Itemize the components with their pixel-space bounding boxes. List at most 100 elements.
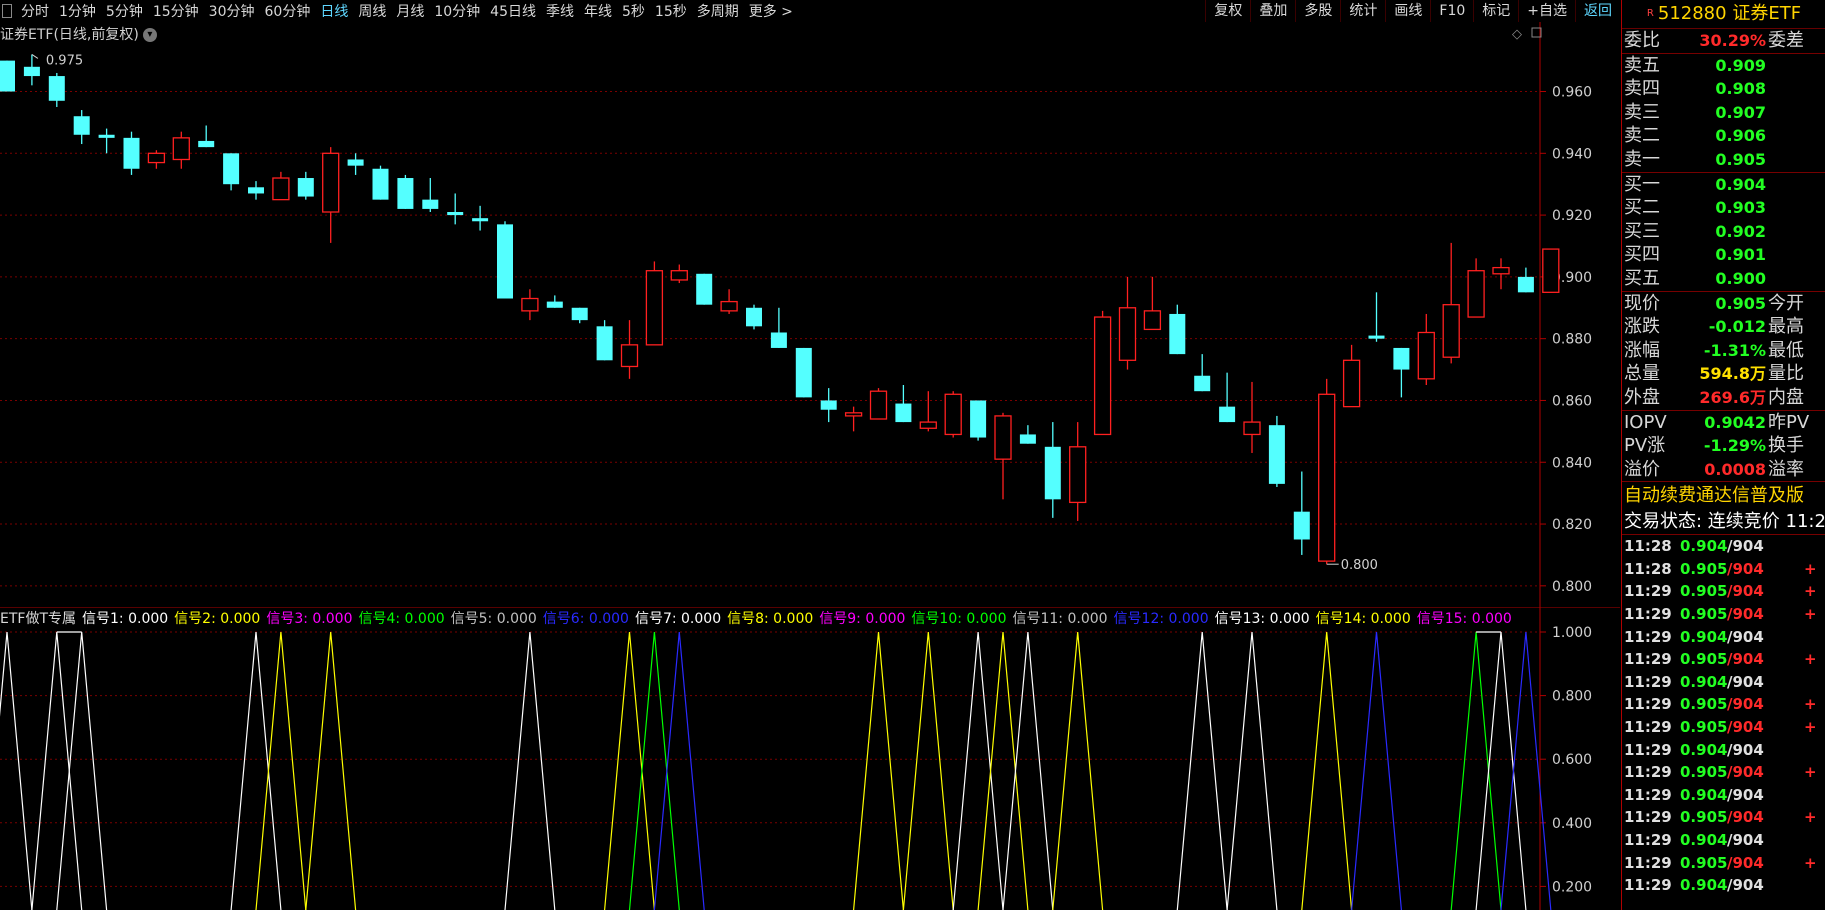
trade-volume: /904 xyxy=(1727,672,1764,691)
buy-price: 0.901 xyxy=(1715,245,1766,265)
trade-time: 11:29 xyxy=(1624,740,1672,759)
trade-price: 0.904 xyxy=(1680,876,1728,895)
trade-row[interactable]: 11:29 0.904/904 xyxy=(1622,626,1825,649)
candlestick-chart[interactable]: 0.9600.9400.9200.9000.8800.8600.8400.820… xyxy=(0,22,1620,609)
trade-price: 0.904 xyxy=(1680,831,1728,849)
trade-row[interactable]: 11:29 0.904/904 xyxy=(1622,784,1825,807)
tab-period-14[interactable]: 15秒 xyxy=(650,1,692,21)
tab-period-11[interactable]: 季线 xyxy=(541,1,579,21)
candle[interactable] xyxy=(1318,378,1336,565)
tab-period-3[interactable]: 15分钟 xyxy=(148,1,204,21)
buy-row: 买五 0.900 xyxy=(1622,267,1825,291)
toolbar-button-6[interactable]: 标记 xyxy=(1473,0,1518,22)
tab-period-2[interactable]: 5分钟 xyxy=(101,1,148,21)
ind-tick-label: 0.600 xyxy=(1552,752,1592,768)
signal-spike xyxy=(1351,631,1402,910)
tab-period-15[interactable]: 多周期 xyxy=(692,1,744,21)
candle[interactable] xyxy=(869,388,888,420)
candle[interactable] xyxy=(795,347,812,398)
tab-period-7[interactable]: 周线 xyxy=(353,1,391,21)
sell-price: 0.907 xyxy=(1715,102,1766,122)
trade-row[interactable]: 11:29 0.905/904 + xyxy=(1622,648,1825,671)
trade-time: 11:28 xyxy=(1624,537,1672,556)
tab-period-5[interactable]: 60分钟 xyxy=(260,1,316,21)
toolbar-button-5[interactable]: F10 xyxy=(1430,0,1473,22)
signal-legend-11: 信号11: 0.000 xyxy=(1012,611,1108,627)
sell-row: 卖三 0.907 xyxy=(1622,101,1825,125)
candle[interactable] xyxy=(645,261,664,346)
iopv-row: IOPV 0.9042 昨PV xyxy=(1622,411,1825,435)
trade-volume: /904 xyxy=(1727,853,1764,872)
trade-row[interactable]: 11:28 0.905/904 + xyxy=(1622,558,1825,581)
trade-row[interactable]: 11:29 0.905/904 + xyxy=(1622,761,1825,784)
signal-spike xyxy=(504,631,556,910)
tab-period-10[interactable]: 45日线 xyxy=(485,1,541,21)
signal-spike xyxy=(902,631,954,910)
indicator-chart[interactable]: 1.000 0.800 0.600 0.400 0.200 xyxy=(0,607,1620,910)
price-tick-label: 0.800 xyxy=(1552,579,1592,595)
collapse-icon[interactable] xyxy=(2,4,12,18)
candle[interactable] xyxy=(1268,415,1285,487)
candle[interactable] xyxy=(746,304,762,330)
tab-period-16[interactable]: 更多 > xyxy=(744,1,798,21)
trade-row[interactable]: 11:28 0.904/904 xyxy=(1622,535,1825,558)
diamond-icon[interactable]: ◇ xyxy=(1512,27,1522,42)
tab-period-6[interactable]: 日线 xyxy=(315,1,353,21)
signal-legend-2: 信号2: 0.000 xyxy=(174,611,261,627)
candle[interactable] xyxy=(0,60,15,92)
trade-price: 0.905 xyxy=(1680,695,1728,714)
trade-price: 0.905 xyxy=(1680,650,1728,669)
trade-row[interactable]: 11:29 0.905/904 + xyxy=(1622,603,1825,626)
trade-row[interactable]: 11:29 0.904/904 xyxy=(1622,874,1825,897)
candle[interactable] xyxy=(372,165,389,200)
candle[interactable] xyxy=(397,174,414,209)
toolbar-button-0[interactable]: 复权 xyxy=(1205,0,1250,22)
signal-legend-14: 信号14: 0.000 xyxy=(1315,611,1411,627)
stats-value: 269.6万 xyxy=(1699,387,1766,407)
trade-time: 11:29 xyxy=(1624,627,1672,646)
candle[interactable] xyxy=(944,391,962,438)
trade-row[interactable]: 11:29 0.904/904 xyxy=(1622,671,1825,694)
dropdown-icon[interactable]: ▾ xyxy=(142,28,157,42)
tab-period-8[interactable]: 月线 xyxy=(391,1,429,21)
tab-period-13[interactable]: 5秒 xyxy=(617,1,650,21)
toolbar-button-1[interactable]: 叠加 xyxy=(1250,0,1295,22)
quote-header: R 512880 证券ETF xyxy=(1622,0,1825,29)
candle[interactable] xyxy=(696,273,713,305)
candle[interactable] xyxy=(1093,310,1112,436)
trade-volume: /904 xyxy=(1727,763,1764,782)
candle[interactable] xyxy=(497,221,513,299)
candle[interactable] xyxy=(123,131,140,175)
trade-row[interactable]: 11:29 0.905/904 + xyxy=(1622,852,1825,875)
trade-row[interactable]: 11:29 0.904/904 xyxy=(1622,829,1825,852)
trade-row[interactable]: 11:29 0.904/904 xyxy=(1622,739,1825,762)
toolbar-button-7[interactable]: +自选 xyxy=(1518,0,1575,22)
toolbar-button-8[interactable]: 返回 xyxy=(1575,0,1620,22)
iopv-label: PV涨 xyxy=(1624,435,1666,457)
chart-title-text: 证券ETF(日线,前复权) xyxy=(0,27,139,43)
signal-spike xyxy=(31,631,83,910)
weibi-row: 委比 30.29% 委差 xyxy=(1622,29,1825,53)
trade-time: 11:29 xyxy=(1624,605,1672,624)
trade-row[interactable]: 11:29 0.905/904 + xyxy=(1622,693,1825,716)
trade-row[interactable]: 11:29 0.905/904 + xyxy=(1622,716,1825,739)
toolbar-button-4[interactable]: 画线 xyxy=(1385,0,1430,22)
trade-time: 11:29 xyxy=(1624,718,1672,737)
indicator-name[interactable]: ETF做T专属 xyxy=(0,608,76,627)
tab-period-4[interactable]: 30分钟 xyxy=(204,1,260,21)
tab-period-9[interactable]: 10分钟 xyxy=(429,1,485,21)
signal-spike xyxy=(255,631,307,910)
toolbar-button-2[interactable]: 多股 xyxy=(1295,0,1340,22)
tab-period-1[interactable]: 1分钟 xyxy=(54,1,101,21)
candle[interactable] xyxy=(1542,248,1560,293)
candle[interactable] xyxy=(970,400,987,441)
stats-value: 0.905 xyxy=(1715,293,1766,313)
trade-volume: /904 xyxy=(1727,808,1764,827)
tab-period-0[interactable]: 分时 xyxy=(16,1,54,21)
buy-price: 0.900 xyxy=(1715,268,1766,288)
trade-list[interactable]: 11:28 0.904/904 11:28 0.905/904 +11:29 0.905/… xyxy=(1622,535,1825,897)
tab-period-12[interactable]: 年线 xyxy=(579,1,617,21)
toolbar-button-3[interactable]: 统计 xyxy=(1340,0,1385,22)
trade-row[interactable]: 11:29 0.905/904 + xyxy=(1622,580,1825,603)
trade-row[interactable]: 11:29 0.905/904 + xyxy=(1622,806,1825,829)
